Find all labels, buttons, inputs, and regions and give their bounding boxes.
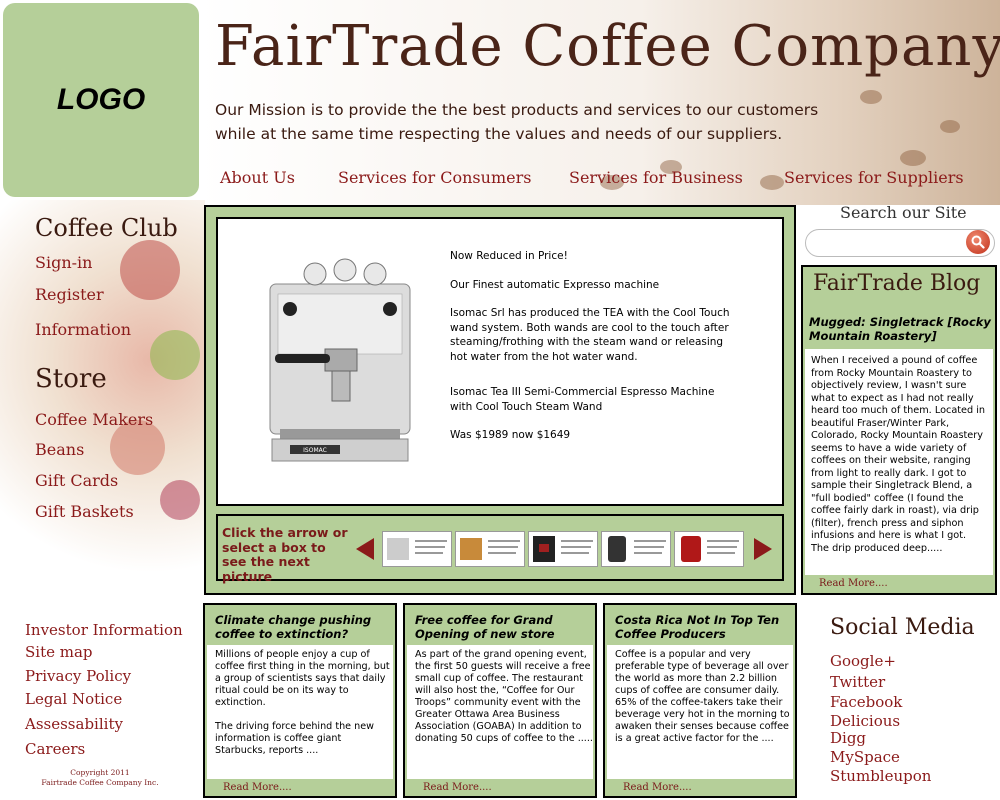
coffee-bean-decoration (860, 90, 882, 104)
thumbnail-image (387, 538, 447, 560)
thumbnail-image (608, 536, 666, 562)
news-text: The driving force behind the new informa… (215, 721, 374, 756)
footer-link-site-map[interactable]: Site map (25, 643, 93, 661)
product-details: Isomac Srl has produced the TEA with the… (450, 307, 730, 363)
copyright-line: Fairtrade Coffee Company Inc. (41, 778, 159, 787)
sidebar-link-information[interactable]: Information (35, 320, 131, 339)
nav-services-consumers[interactable]: Services for Consumers (338, 168, 531, 187)
carousel-thumbnail[interactable] (455, 531, 525, 567)
news-read-more-link[interactable]: Read More.... (223, 782, 292, 793)
search-input[interactable] (816, 234, 968, 254)
blog-read-more-link[interactable]: Read More.... (819, 578, 888, 589)
product-price: Was $1989 now $1649 (450, 429, 571, 441)
news-card: Free coffee for Grand Opening of new sto… (403, 603, 597, 798)
copyright-notice: Copyright 2011 Fairtrade Coffee Company … (30, 768, 170, 788)
footer-link-careers[interactable]: Careers (25, 740, 85, 758)
logo-placeholder[interactable]: LOGO (3, 3, 199, 197)
news-body: Millions of people enjoy a cup of coffee… (207, 645, 393, 779)
search-icon (971, 235, 985, 249)
site-title: FairTrade Coffee Company (215, 14, 1000, 79)
social-link-delicious[interactable]: Delicious (830, 712, 900, 730)
machine-badge-text: ISOMAC (303, 447, 327, 454)
nav-services-business[interactable]: Services for Business (569, 168, 743, 187)
thumbnail-image (533, 536, 593, 562)
news-title[interactable]: Costa Rica Not In Top Ten Coffee Produce… (615, 613, 790, 641)
social-link-myspace[interactable]: MySpace (830, 748, 900, 766)
news-body: As part of the grand opening event, the … (407, 645, 593, 779)
product-name: Isomac Tea III Semi-Commercial Espresso … (450, 386, 715, 413)
blog-post-title[interactable]: Mugged: Singletrack [Rocky Mountain Roas… (809, 315, 995, 343)
thumbnail-image (681, 536, 739, 562)
sidebar-link-gift-baskets[interactable]: Gift Baskets (35, 502, 134, 521)
news-title[interactable]: Free coffee for Grand Opening of new sto… (415, 613, 590, 641)
product-tagline: Our Finest automatic Expresso machine (450, 278, 660, 291)
news-card: Climate change pushing coffee to extinct… (203, 603, 397, 798)
mission-line: Our Mission is to provide the the best p… (215, 101, 819, 119)
news-card: Costa Rica Not In Top Ten Coffee Produce… (603, 603, 797, 798)
news-read-more-link[interactable]: Read More.... (623, 782, 692, 793)
social-link-google-plus[interactable]: Google+ (830, 652, 896, 670)
search-label: Search our Site (840, 203, 967, 222)
sidebar-link-coffee-makers[interactable]: Coffee Makers (35, 410, 153, 429)
thumbnail-image (460, 538, 520, 560)
carousel-thumbnail[interactable] (382, 531, 452, 567)
arrow-left-icon[interactable] (356, 538, 374, 560)
news-text: Millions of people enjoy a cup of coffee… (215, 649, 390, 708)
carousel-thumbnail[interactable] (674, 531, 744, 567)
blog-post-body: When I received a pound of coffee from R… (805, 349, 993, 575)
social-link-twitter[interactable]: Twitter (830, 673, 885, 691)
price-reduced-headline: Now Reduced in Price! (450, 250, 568, 262)
blog-post-text: When I received a pound of coffee from R… (811, 355, 986, 541)
news-text: As part of the grand opening event, the … (415, 649, 593, 744)
carousel-thumbnail[interactable] (528, 531, 598, 567)
arrow-right-icon[interactable] (754, 538, 772, 560)
nav-services-suppliers[interactable]: Services for Suppliers (784, 168, 964, 187)
product-description: Now Reduced in Price! Our Finest automat… (450, 249, 740, 443)
carousel-instruction: Click the arrow or select a box to see t… (222, 525, 348, 584)
coffee-cherry-decoration (160, 480, 200, 520)
footer-link-privacy-policy[interactable]: Privacy Policy (25, 667, 131, 685)
sidebar-link-sign-in[interactable]: Sign-in (35, 253, 92, 272)
carousel-thumbnail[interactable] (601, 531, 671, 567)
logo-text: LOGO (56, 83, 146, 116)
coffee-bean-decoration (940, 120, 960, 133)
sidebar-link-register[interactable]: Register (35, 285, 104, 304)
espresso-machine-image: ISOMAC (269, 258, 411, 462)
mission-statement: Our Mission is to provide the the best p… (215, 98, 835, 146)
blog-post-text: The drip produced deep..... (811, 542, 943, 554)
search-button[interactable] (966, 230, 990, 254)
news-read-more-link[interactable]: Read More.... (423, 782, 492, 793)
coffee-cherry-decoration (150, 330, 200, 380)
news-title[interactable]: Climate change pushing coffee to extinct… (215, 613, 390, 641)
sidebar-link-beans[interactable]: Beans (35, 440, 84, 459)
social-link-facebook[interactable]: Facebook (830, 693, 902, 711)
coffee-bean-decoration (760, 175, 784, 190)
news-body: Coffee is a popular and very preferable … (607, 645, 793, 779)
mission-line: while at the same time respecting the va… (215, 125, 783, 143)
social-link-digg[interactable]: Digg (830, 729, 866, 747)
sidebar-link-gift-cards[interactable]: Gift Cards (35, 471, 118, 490)
featured-product-slide: ISOMAC Now Reduced in Price! Our Finest … (216, 217, 784, 506)
coffee-cherry-decoration (120, 240, 180, 300)
social-media-heading: Social Media (830, 615, 975, 640)
coffee-bean-decoration (900, 150, 926, 166)
news-text: Coffee is a popular and very preferable … (615, 649, 790, 744)
image-carousel: Click the arrow or select a box to see t… (216, 514, 784, 584)
featured-product-panel: ISOMAC Now Reduced in Price! Our Finest … (204, 205, 796, 595)
footer-link-legal-notice[interactable]: Legal Notice (25, 690, 122, 708)
social-link-stumbleupon[interactable]: Stumbleupon (830, 767, 931, 785)
footer-link-investor-information[interactable]: Investor Information (25, 621, 183, 639)
footer-link-assessability[interactable]: Assessability (25, 715, 123, 733)
blog-panel: FairTrade Blog Mugged: Singletrack [Rock… (801, 265, 997, 595)
nav-about-us[interactable]: About Us (220, 168, 295, 187)
blog-heading: FairTrade Blog (813, 271, 981, 296)
coffee-club-heading: Coffee Club (35, 214, 178, 242)
store-heading: Store (35, 364, 107, 394)
copyright-line: Copyright 2011 (70, 768, 130, 777)
